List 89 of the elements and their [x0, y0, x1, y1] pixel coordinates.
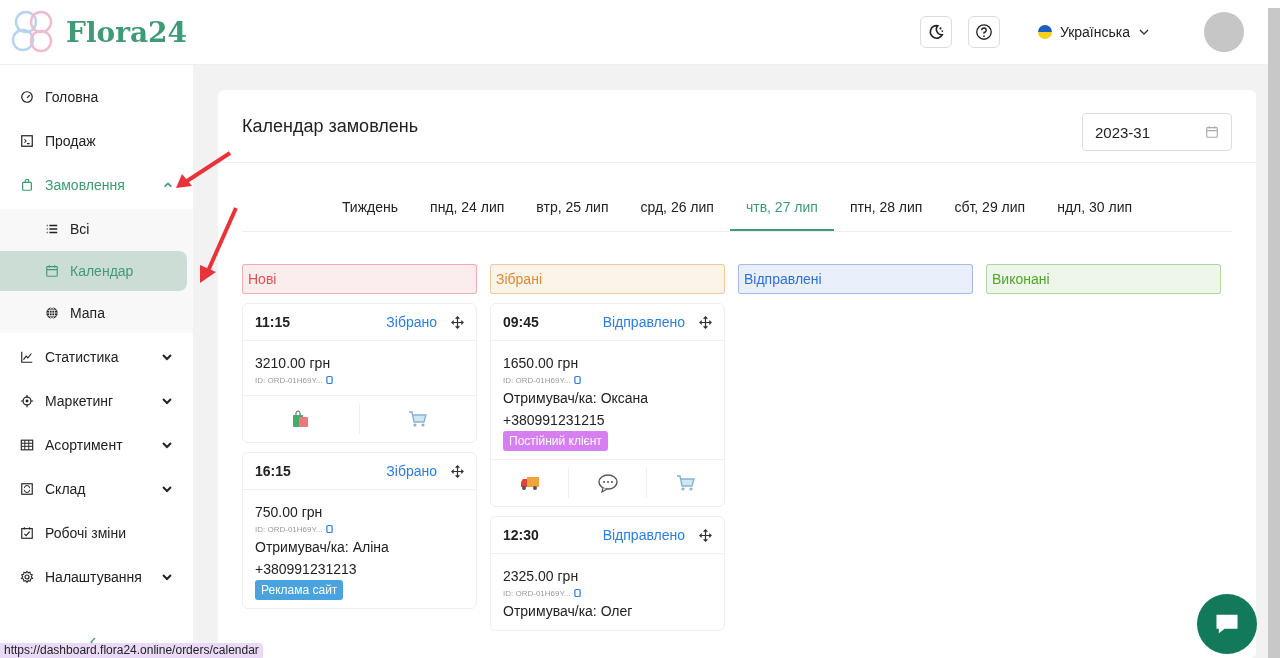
order-card[interactable]: 09:45 Відправлено 1650.00 грн ID: ORD-01H69Y... Отримувач/ка: Оксана +380991231215 Постійний клієнт: [490, 303, 725, 507]
column-header: Відправлені: [738, 264, 973, 294]
page-title: Календар замовлень: [242, 115, 419, 137]
calendar-check-icon: [20, 526, 34, 540]
copy-icon[interactable]: [574, 375, 582, 385]
sidebar-item[interactable]: Асортимент: [0, 423, 193, 467]
help-icon: [974, 23, 993, 41]
chat-bubble-icon[interactable]: [596, 472, 619, 494]
status-link[interactable]: Відправлено: [602, 527, 685, 543]
scrollbar[interactable]: [1268, 8, 1280, 658]
shopping-bag-icon: [20, 178, 34, 192]
day-tab[interactable]: ндл, 30 лип: [1041, 185, 1149, 231]
order-amount: 1650.00 грн: [503, 354, 580, 373]
day-tab[interactable]: срд, 26 лип: [624, 185, 730, 231]
sidebar-item[interactable]: Налаштування: [0, 555, 193, 599]
calendar-icon: [45, 264, 59, 278]
order-id: ID: ORD-01H69Y...: [255, 375, 323, 385]
order-time: 11:15: [255, 314, 292, 330]
table-icon: [20, 438, 34, 452]
list-icon: [45, 222, 59, 236]
day-tab[interactable]: Тиждень: [325, 185, 415, 231]
order-amount: 3210.00 грн: [255, 354, 332, 373]
sidebar-item[interactable]: Склад: [0, 467, 193, 511]
settings-icon: [20, 570, 34, 584]
customer-tag: Реклама сайт: [255, 580, 344, 600]
terminal-icon: [20, 134, 34, 148]
order-card[interactable]: 12:30 Відправлено 2325.00 грн ID: ORD-01H69Y... Отримувач/ка: Олег: [490, 516, 725, 631]
chevron-down-icon[interactable]: [161, 395, 173, 407]
submenu-item[interactable]: Мапа: [0, 293, 187, 333]
chevron-down-icon[interactable]: [161, 439, 173, 451]
line-chart-icon: [20, 350, 34, 364]
column-header: Зібрані: [490, 264, 725, 294]
flag-icon: [1037, 25, 1052, 39]
column-header: Нові: [242, 264, 477, 294]
copy-icon[interactable]: [326, 524, 334, 534]
chevron-down-icon[interactable]: [161, 571, 173, 583]
globe-icon: [45, 306, 59, 320]
help-button[interactable]: [967, 16, 1000, 48]
day-tab[interactable]: сбт, 29 лип: [938, 185, 1042, 231]
language-selector[interactable]: Українська: [1031, 23, 1156, 41]
move-icon[interactable]: [451, 315, 464, 329]
sidebar-item[interactable]: Робочі зміни: [0, 511, 193, 555]
order-card[interactable]: 11:15 Зібрано 3210.00 грн ID: ORD-01H69Y...: [242, 303, 477, 443]
day-tab[interactable]: втр, 25 лип: [520, 185, 625, 231]
dark-mode-button[interactable]: [919, 16, 952, 48]
order-amount: 2325.00 грн: [503, 567, 580, 586]
phone-number: +380991231215: [503, 411, 606, 430]
order-time: 09:45: [503, 314, 540, 330]
gauge-icon: [20, 90, 34, 104]
move-icon[interactable]: [699, 315, 712, 329]
status-link[interactable]: Зібрано: [386, 314, 437, 330]
chevron-down-icon[interactable]: [161, 483, 173, 495]
submenu-item[interactable]: Всі: [0, 209, 187, 249]
order-id: ID: ORD-01H69Y...: [503, 588, 571, 598]
annotation-arrow: [174, 150, 234, 190]
sidebar-item[interactable]: Продаж: [0, 119, 193, 163]
recipient-name: Отримувач/ка: Аліна: [255, 538, 390, 557]
column-header: Виконані: [986, 264, 1221, 294]
recipient-name: Отримувач/ка: Оксана: [503, 389, 650, 408]
calendar-icon: [1205, 125, 1219, 139]
chevron-down-icon[interactable]: [161, 351, 173, 363]
copy-icon[interactable]: [326, 375, 334, 385]
copy-icon[interactable]: [574, 588, 582, 598]
status-link[interactable]: Відправлено: [602, 314, 685, 330]
chevron-up-icon[interactable]: [163, 180, 173, 190]
phone-number: +380991231213: [255, 560, 358, 579]
link-url-tooltip: https://dashboard.flora24.online/orders/calendar: [0, 643, 263, 658]
status-link[interactable]: Зібрано: [386, 463, 437, 479]
order-time: 16:15: [255, 463, 292, 479]
customer-tag: Постійний клієнт: [503, 431, 608, 451]
sidebar-item[interactable]: Головна: [0, 75, 193, 119]
order-time: 12:30: [503, 527, 540, 543]
sidebar-item[interactable]: Маркетинг: [0, 379, 193, 423]
sidebar-item[interactable]: Статистика: [0, 335, 193, 379]
day-tab[interactable]: птн, 28 лип: [833, 185, 939, 231]
order-id: ID: ORD-01H69Y...: [255, 524, 323, 534]
order-amount: 750.00 грн: [255, 503, 324, 522]
move-icon[interactable]: [699, 528, 712, 542]
day-tab[interactable]: пнд, 24 лип: [414, 185, 521, 231]
recipient-name: Отримувач/ка: Олег: [503, 602, 634, 621]
order-id: ID: ORD-01H69Y...: [503, 375, 571, 385]
target-icon: [20, 394, 34, 408]
brand-name: Flora24: [66, 15, 188, 49]
day-tab[interactable]: чтв, 27 лип: [729, 185, 834, 231]
move-icon[interactable]: [451, 464, 464, 478]
box-icon: [20, 482, 34, 496]
sidebar-item[interactable]: Замовлення: [0, 163, 193, 207]
order-card[interactable]: 16:15 Зібрано 750.00 грн ID: ORD-01H69Y... Отримувач/ка: Аліна +380991231213 Реклама сайт: [242, 452, 477, 609]
week-picker[interactable]: 2023-31: [1082, 113, 1232, 151]
